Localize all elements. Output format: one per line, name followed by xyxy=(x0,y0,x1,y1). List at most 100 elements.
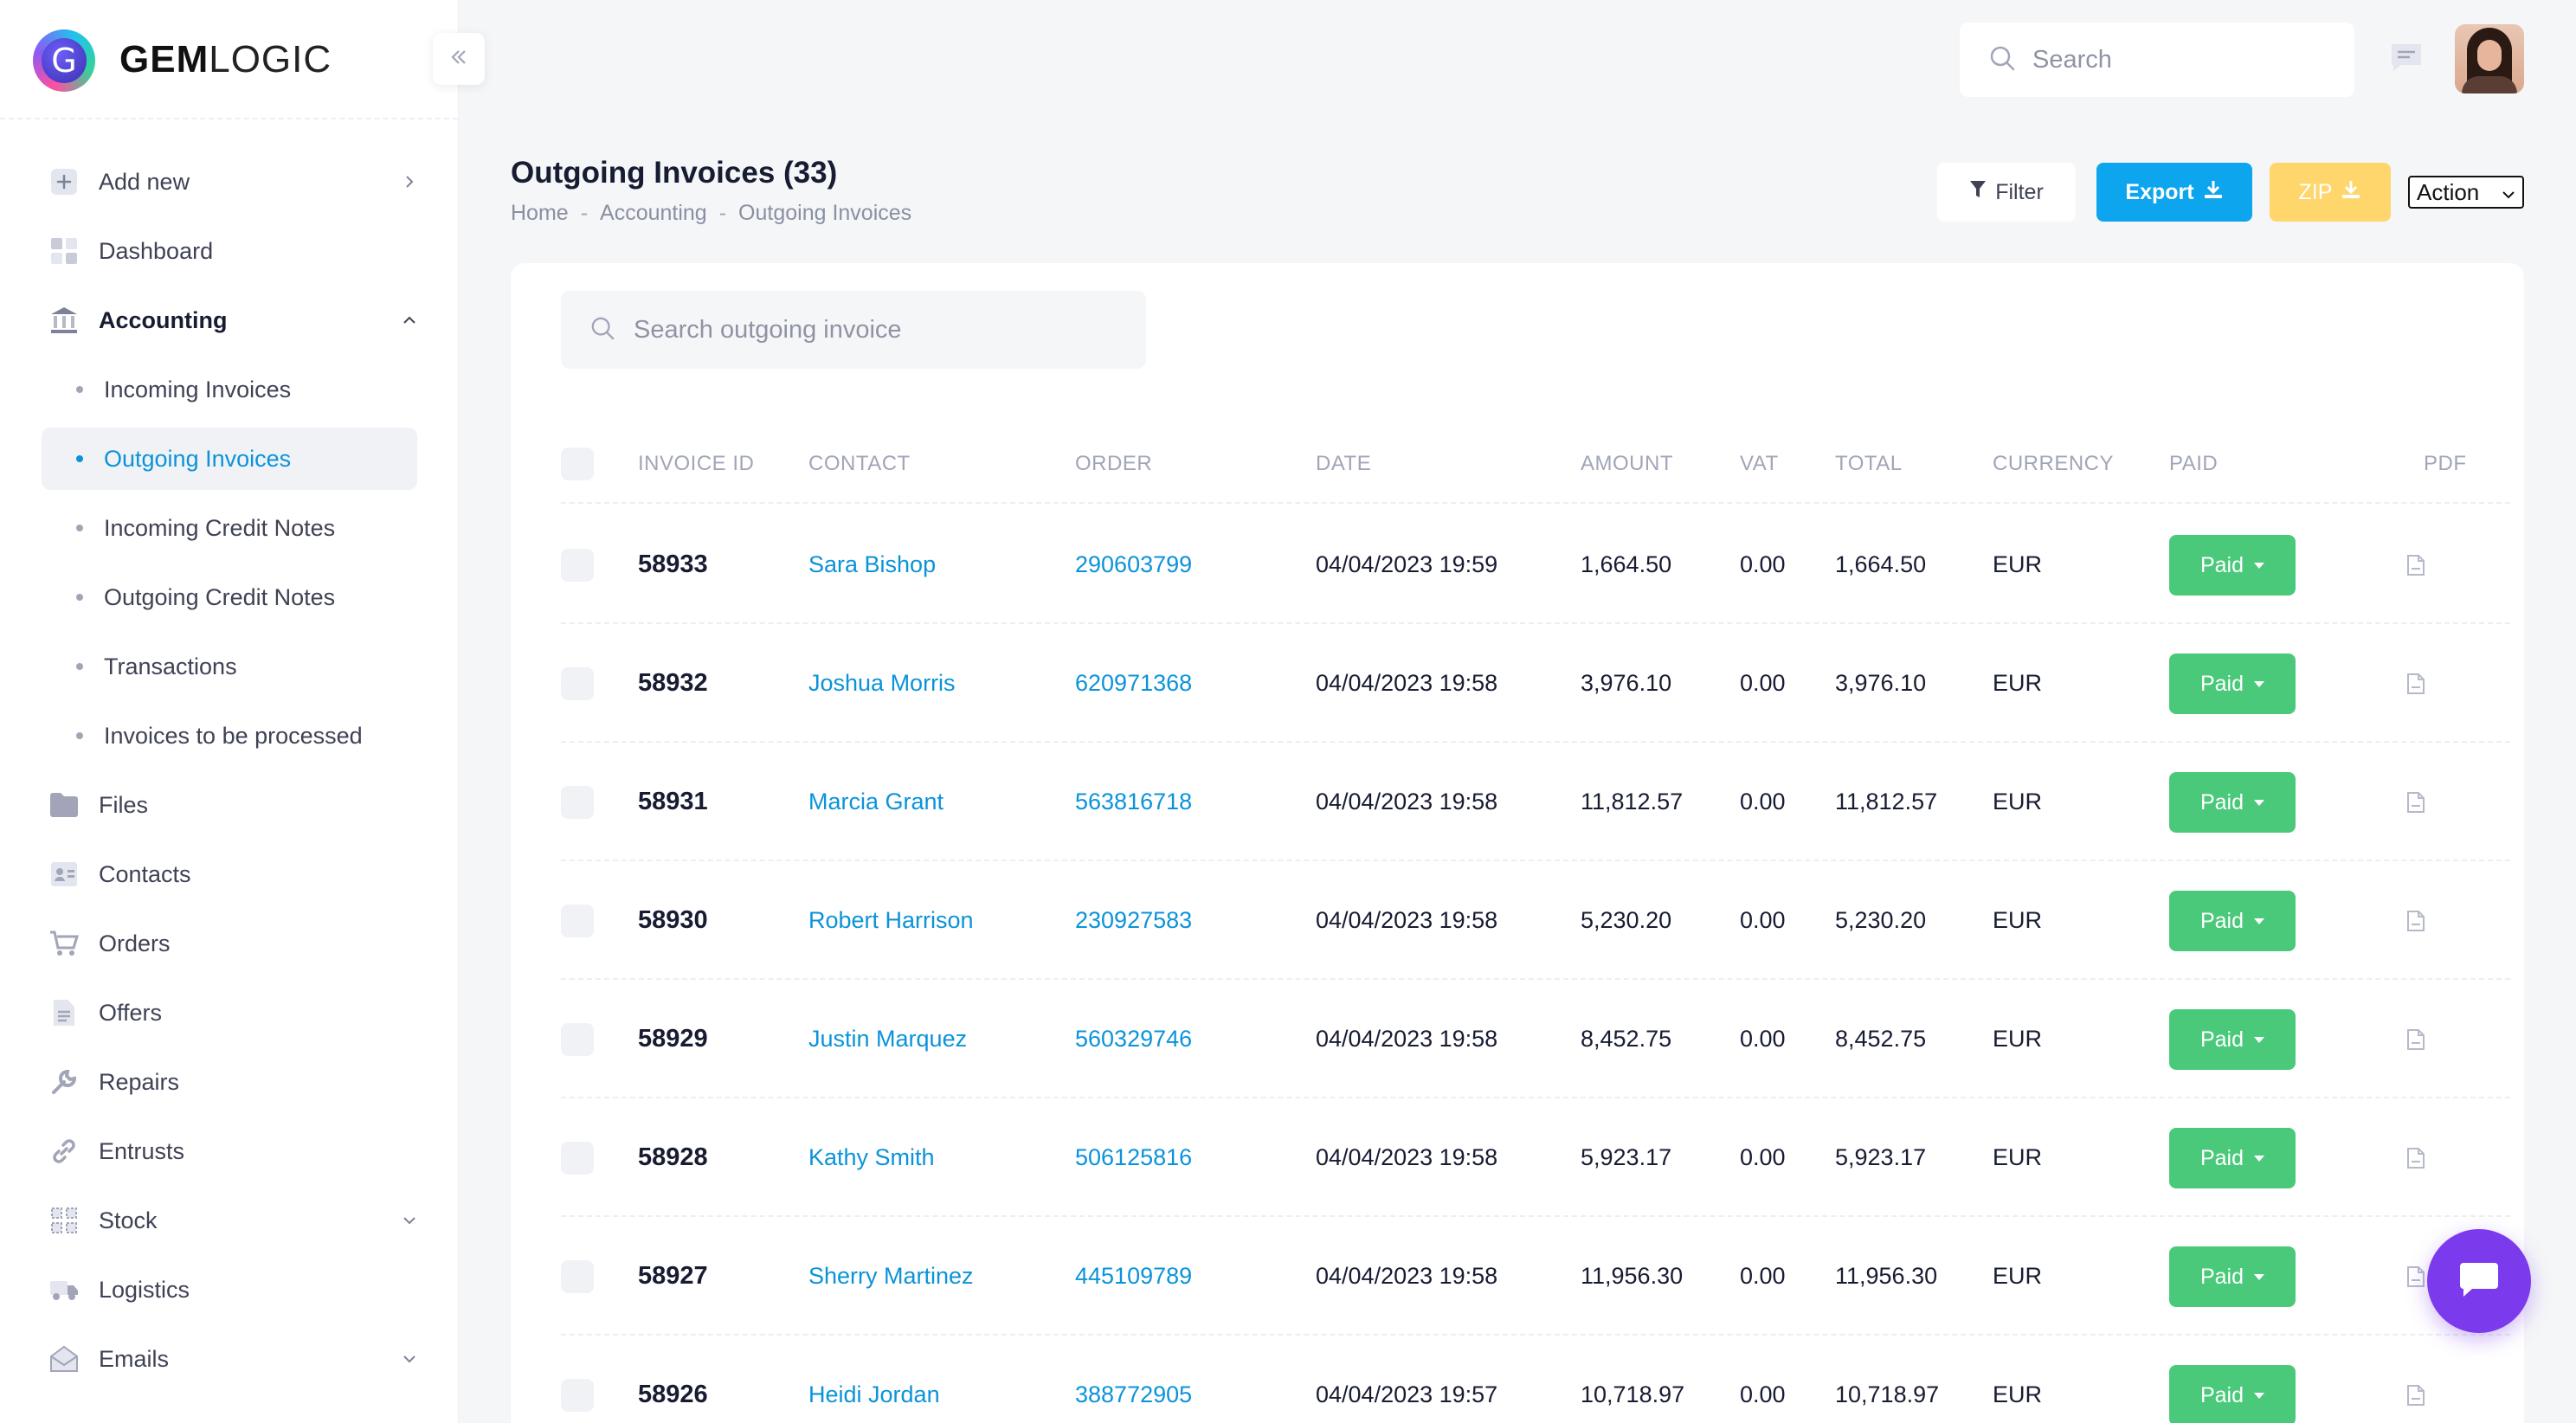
sidebar-item-label: Offers xyxy=(99,999,163,1026)
pdf-icon[interactable] xyxy=(2406,1265,2425,1288)
paid-status-dropdown[interactable]: Paid xyxy=(2169,1009,2296,1070)
paid-status-dropdown[interactable]: Paid xyxy=(2169,1128,2296,1188)
contact-link[interactable]: Sherry Martinez xyxy=(808,1217,974,1336)
select-all-checkbox[interactable] xyxy=(561,448,594,480)
order-link[interactable]: 560329746 xyxy=(1075,980,1192,1098)
contact-link[interactable]: Heidi Jordan xyxy=(808,1336,940,1423)
filter-button[interactable]: Filter xyxy=(1937,163,2076,222)
paid-status-dropdown[interactable]: Paid xyxy=(2169,891,2296,951)
pdf-icon[interactable] xyxy=(2406,910,2425,932)
sidebar-subitem-incoming-credit-notes[interactable]: Incoming Credit Notes xyxy=(0,493,459,563)
sidebar-item-accounting[interactable]: Accounting xyxy=(0,286,459,355)
pdf-icon[interactable] xyxy=(2406,791,2425,814)
chat-button[interactable] xyxy=(2427,1229,2531,1333)
paid-status-dropdown[interactable]: Paid xyxy=(2169,654,2296,714)
sidebar-item-offers[interactable]: Offers xyxy=(0,978,459,1047)
column-header-amount[interactable]: AMOUNT xyxy=(1581,424,1673,504)
sidebar-subitem-outgoing-credit-notes[interactable]: Outgoing Credit Notes xyxy=(0,563,459,632)
sidebar-subitem-outgoing-invoices[interactable]: Outgoing Invoices xyxy=(42,428,417,490)
sidebar-item-stock[interactable]: Stock xyxy=(0,1186,459,1255)
vat-cell: 0.00 xyxy=(1740,670,1786,696)
sidebar-item-label: Emails xyxy=(99,1345,170,1372)
column-header-paid[interactable]: PAID xyxy=(2169,424,2218,504)
column-header-contact[interactable]: CONTACT xyxy=(808,424,911,504)
pdf-icon[interactable] xyxy=(2406,1028,2425,1051)
column-header-date[interactable]: DATE xyxy=(1316,424,1371,504)
pdf-icon[interactable] xyxy=(2406,554,2425,576)
order-link[interactable]: 230927583 xyxy=(1075,861,1192,980)
order-link[interactable]: 388772905 xyxy=(1075,1336,1192,1423)
header-search-input[interactable] xyxy=(2032,45,2344,74)
contact-link[interactable]: Joshua Morris xyxy=(808,624,956,743)
invoice-search-input[interactable] xyxy=(634,315,1118,344)
row-checkbox[interactable] xyxy=(561,786,594,819)
paid-status-dropdown[interactable]: Paid xyxy=(2169,535,2296,596)
sidebar-item-repairs[interactable]: Repairs xyxy=(0,1047,459,1117)
contact-link[interactable]: Marcia Grant xyxy=(808,743,943,861)
row-checkbox[interactable] xyxy=(561,667,594,700)
amount-cell: 5,923.17 xyxy=(1581,1144,1672,1170)
sidebar-collapse-button[interactable] xyxy=(433,33,485,85)
table-row: 58930 Robert Harrison 230927583 04/04/2023 … xyxy=(561,861,2510,980)
sidebar-subitem-transactions[interactable]: Transactions xyxy=(0,632,459,701)
sidebar-item-emails[interactable]: Emails xyxy=(0,1324,459,1394)
order-link[interactable]: 563816718 xyxy=(1075,743,1192,861)
contact-link[interactable]: Kathy Smith xyxy=(808,1098,935,1217)
messages-button[interactable] xyxy=(2389,40,2427,78)
brand-logo[interactable]: G xyxy=(33,29,95,92)
export-button[interactable]: Export xyxy=(2096,163,2252,222)
contact-link[interactable]: Robert Harrison xyxy=(808,861,974,980)
row-checkbox[interactable] xyxy=(561,905,594,937)
sidebar-subitem-invoices-to-process[interactable]: Invoices to be processed xyxy=(0,701,459,770)
dashboard-icon xyxy=(48,235,80,267)
sidebar-item-add-new[interactable]: Add new xyxy=(0,147,459,216)
column-header-vat[interactable]: VAT xyxy=(1740,424,1779,504)
amount-cell: 5,230.20 xyxy=(1581,907,1672,933)
sidebar-item-orders[interactable]: Orders xyxy=(0,909,459,978)
brand-name-rest: LOGIC xyxy=(209,38,332,80)
invoice-search[interactable] xyxy=(561,291,1146,369)
sidebar-item-entrusts[interactable]: Entrusts xyxy=(0,1117,459,1186)
sidebar-item-contacts[interactable]: Contacts xyxy=(0,840,459,909)
pdf-icon[interactable] xyxy=(2406,1147,2425,1169)
sidebar-subitem-incoming-invoices[interactable]: Incoming Invoices xyxy=(0,355,459,424)
vat-cell: 0.00 xyxy=(1740,1026,1786,1052)
total-cell: 1,664.50 xyxy=(1835,551,1927,577)
sidebar-subitem-label: Transactions xyxy=(104,653,237,679)
order-link[interactable]: 620971368 xyxy=(1075,624,1192,743)
brand-name-bold: GEM xyxy=(119,38,209,80)
column-header-total[interactable]: TOTAL xyxy=(1835,424,1903,504)
avatar[interactable] xyxy=(2455,24,2524,93)
paid-status-dropdown[interactable]: Paid xyxy=(2169,772,2296,833)
order-link[interactable]: 445109789 xyxy=(1075,1217,1192,1336)
pdf-icon[interactable] xyxy=(2406,673,2425,695)
caret-down-icon xyxy=(2254,1155,2265,1162)
table-row: 58933 Sara Bishop 290603799 04/04/2023 19:5… xyxy=(561,505,2510,624)
order-link[interactable]: 290603799 xyxy=(1075,505,1192,624)
column-header-order[interactable]: ORDER xyxy=(1075,424,1152,504)
paid-status-dropdown[interactable]: Paid xyxy=(2169,1246,2296,1307)
order-link[interactable]: 506125816 xyxy=(1075,1098,1192,1217)
sidebar-item-logistics[interactable]: Logistics xyxy=(0,1255,459,1324)
row-checkbox[interactable] xyxy=(561,549,594,582)
pdf-icon[interactable] xyxy=(2406,1384,2425,1407)
row-checkbox[interactable] xyxy=(561,1260,594,1293)
paid-status-dropdown[interactable]: Paid xyxy=(2169,1365,2296,1423)
row-checkbox[interactable] xyxy=(561,1142,594,1175)
contact-link[interactable]: Justin Marquez xyxy=(808,980,967,1098)
row-checkbox[interactable] xyxy=(561,1379,594,1412)
column-header-currency[interactable]: CURRENCY xyxy=(1993,424,2114,504)
header-search[interactable] xyxy=(1960,23,2354,97)
contact-link[interactable]: Sara Bishop xyxy=(808,505,936,624)
breadcrumb-home[interactable]: Home xyxy=(511,201,569,226)
sidebar-item-label: Entrusts xyxy=(99,1137,185,1164)
zip-button[interactable]: ZIP xyxy=(2270,163,2391,222)
row-checkbox[interactable] xyxy=(561,1023,594,1056)
action-select[interactable]: Action xyxy=(2408,176,2524,209)
column-header-invoice-id[interactable]: INVOICE ID xyxy=(638,424,754,504)
total-cell: 11,812.57 xyxy=(1835,789,1938,815)
sidebar-item-files[interactable]: Files xyxy=(0,770,459,840)
brand: G GEMLOGIC xyxy=(0,0,458,119)
sidebar-item-dashboard[interactable]: Dashboard xyxy=(0,216,459,286)
breadcrumb-accounting[interactable]: Accounting xyxy=(600,201,707,226)
